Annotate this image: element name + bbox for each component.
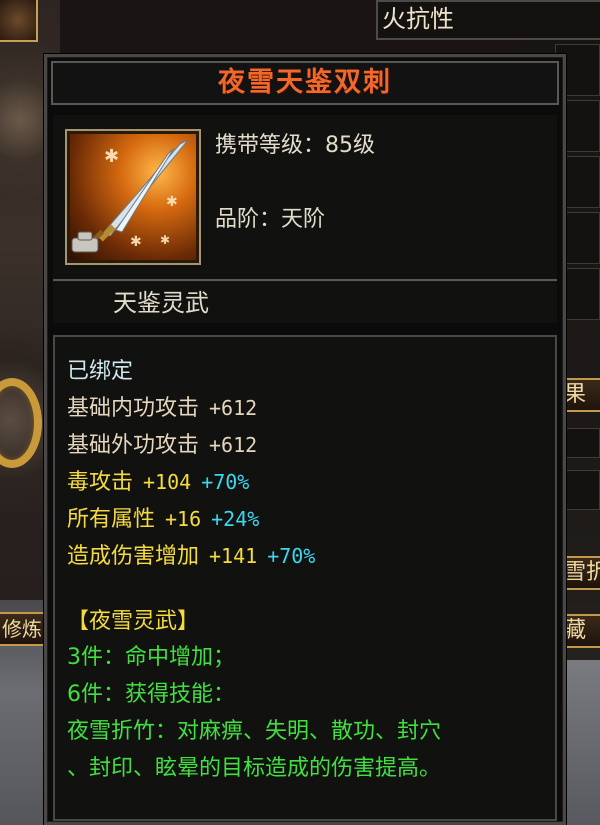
item-tooltip: 夜雪天鉴双刺 ✱ ✱ ✱ ✱ 携带等级：85级 品阶：天阶 天鉴灵武 已绑定 基… <box>44 54 566 825</box>
stat-line: 基础内功攻击 +612 <box>67 393 257 424</box>
stat-line: 造成伤害增加 +141 +70% <box>67 541 315 572</box>
set-bonus-line: 夜雪折竹：对麻痹、失明、散功、封穴 <box>67 719 442 744</box>
set-bonus-line: 3件：命中增加； <box>67 645 235 670</box>
item-info-panel: ✱ ✱ ✱ ✱ 携带等级：85级 品阶：天阶 <box>53 115 557 279</box>
fire-resistance-label: 火抗性 <box>382 5 454 33</box>
stat-name: 造成伤害增加 <box>67 544 200 569</box>
stat-name: 毒攻击 <box>67 470 134 495</box>
grade-label: 品阶： <box>215 207 282 232</box>
item-category-bar: 天鉴灵武 <box>53 283 557 323</box>
right-tab-label[interactable]: 藏 <box>560 614 600 648</box>
background-stone-wall <box>565 660 600 825</box>
item-title-bar: 夜雪天鉴双刺 <box>51 61 559 105</box>
stat-line: 基础外功攻击 +612 <box>67 430 257 461</box>
cultivation-tab[interactable]: 修炼 <box>0 612 44 646</box>
stat-value: +612 <box>209 396 258 420</box>
carry-level-value: 85级 <box>325 133 376 158</box>
stat-value: +612 <box>209 433 258 457</box>
right-tab-label[interactable]: 果 <box>560 378 600 412</box>
carry-level-line: 携带等级：85级 <box>215 131 375 161</box>
svg-text:✱: ✱ <box>166 194 178 210</box>
stat-value: +141 <box>209 544 258 568</box>
set-bonus-line: 、封印、眩晕的目标造成的伤害提高。 <box>67 756 442 781</box>
right-tab-label[interactable]: 雪折 <box>560 556 600 590</box>
item-category: 天鉴灵武 <box>113 289 209 317</box>
stat-name: 基础内功攻击 <box>67 396 200 421</box>
svg-text:✱: ✱ <box>104 146 119 167</box>
stat-bonus: +24% <box>211 507 260 531</box>
stat-value: +16 <box>165 507 202 531</box>
divider <box>53 279 557 282</box>
twin-daggers-icon: ✱ ✱ ✱ ✱ <box>70 134 196 260</box>
set-bonus-line: 6件：获得技能： <box>67 682 235 707</box>
carry-level-label: 携带等级： <box>215 133 326 158</box>
svg-text:✱: ✱ <box>160 233 170 247</box>
stat-bonus: +70% <box>267 544 316 568</box>
stat-line: 所有属性 +16 +24% <box>67 504 259 535</box>
stat-line: 毒攻击 +104 +70% <box>67 467 249 498</box>
stat-name: 所有属性 <box>67 507 156 532</box>
stat-value: +104 <box>143 470 192 494</box>
inventory-slot-icon[interactable] <box>0 0 38 42</box>
bound-status: 已绑定 <box>67 359 134 384</box>
stat-name: 基础外功攻击 <box>67 433 200 458</box>
item-icon-frame: ✱ ✱ ✱ ✱ <box>65 129 201 265</box>
set-name: 【夜雪灵武】 <box>67 609 200 634</box>
item-name: 夜雪天鉴双刺 <box>218 67 392 98</box>
grade-line: 品阶：天阶 <box>215 205 325 235</box>
grade-value: 天阶 <box>281 207 326 232</box>
stat-bonus: +70% <box>201 470 250 494</box>
svg-text:✱: ✱ <box>130 234 142 250</box>
item-stats-panel: 已绑定 基础内功攻击 +612 基础外功攻击 +612 毒攻击 +104 +70% 所有… <box>53 335 557 821</box>
